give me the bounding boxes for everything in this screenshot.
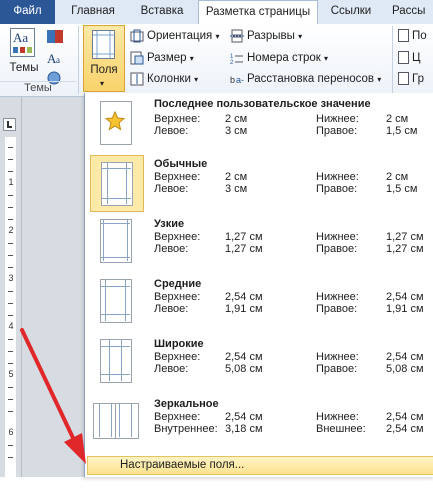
- annotation-arrow: [20, 328, 86, 464]
- arrow-head: [64, 433, 86, 464]
- arrow-shaft: [20, 328, 76, 442]
